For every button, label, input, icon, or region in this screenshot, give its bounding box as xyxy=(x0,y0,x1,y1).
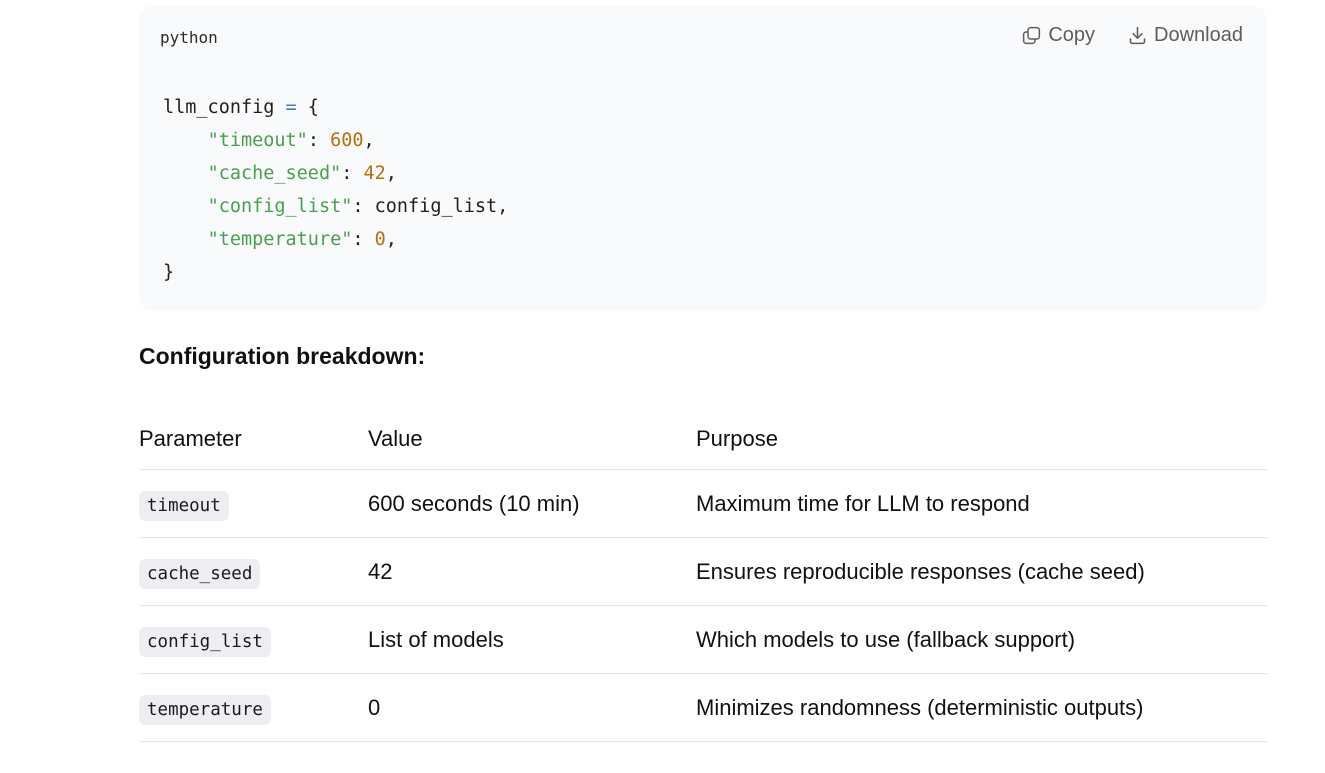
code-token: , xyxy=(363,130,375,151)
cell-parameter: config_list xyxy=(139,605,368,674)
cell-purpose: Minimizes randomness (deterministic outp… xyxy=(696,673,1267,742)
code-token: , xyxy=(385,229,397,250)
header-parameter: Parameter xyxy=(139,409,368,470)
code-language-label: python xyxy=(160,28,218,47)
code-token: llm_config xyxy=(163,97,286,118)
cell-value: List of models xyxy=(368,605,696,674)
download-label: Download xyxy=(1154,24,1243,46)
table-row: cache_seed 42 Ensures reproducible respo… xyxy=(139,537,1267,606)
copy-button[interactable]: Copy xyxy=(1021,24,1095,47)
cell-value: 0 xyxy=(368,673,696,742)
table-row: temperature 0 Minimizes randomness (dete… xyxy=(139,673,1267,742)
cell-parameter: temperature xyxy=(139,673,368,742)
code-token: "config_list" xyxy=(207,196,353,217)
cell-parameter: cache_seed xyxy=(139,537,368,606)
copy-label: Copy xyxy=(1048,24,1096,46)
code-token: "cache_seed" xyxy=(207,163,342,184)
message-content: python Copy Download llm_config = {"tim… xyxy=(139,6,1267,742)
code-token: } xyxy=(163,262,175,283)
parameter-code: cache_seed xyxy=(139,558,261,589)
code-token: { xyxy=(296,97,319,118)
code-token: 0 xyxy=(374,229,386,250)
code-line: llm_config = { xyxy=(163,97,319,118)
parameter-code: timeout xyxy=(139,490,229,521)
cell-value: 42 xyxy=(368,537,696,606)
code-actions: Copy Download xyxy=(1021,24,1243,47)
code-line: "timeout": 600, xyxy=(163,130,375,151)
code-token: 42 xyxy=(363,163,386,184)
code-token: : xyxy=(341,163,364,184)
cell-purpose: Maximum time for LLM to respond xyxy=(696,469,1267,538)
code-token: = xyxy=(285,97,297,118)
parameter-code: config_list xyxy=(139,626,271,657)
code-line: "config_list": config_list, xyxy=(163,196,509,217)
code-token: , xyxy=(385,163,397,184)
download-button[interactable]: Download xyxy=(1127,24,1243,47)
code-token: : xyxy=(352,229,375,250)
code-body: llm_config = { "timeout": 600, "cache_se… xyxy=(163,91,508,289)
code-token: : xyxy=(307,130,331,151)
code-block: python Copy Download llm_config = {"tim… xyxy=(139,6,1267,311)
section-title: Configuration breakdown: xyxy=(139,343,426,369)
code-token: : config_list, xyxy=(352,196,509,217)
cell-purpose: Which models to use (fallback support) xyxy=(696,605,1267,674)
code-token: "timeout" xyxy=(207,130,308,151)
code-line: } xyxy=(163,262,174,283)
code-line: "temperature": 0, xyxy=(163,229,397,250)
header-purpose: Purpose xyxy=(696,409,1267,470)
cell-purpose: Ensures reproducible responses (cache se… xyxy=(696,537,1267,606)
cell-value: 600 seconds (10 min) xyxy=(368,469,696,538)
table-header-row: Parameter Value Purpose xyxy=(139,409,1267,470)
download-icon xyxy=(1127,25,1148,46)
code-token: "temperature" xyxy=(207,229,353,250)
copy-icon xyxy=(1021,25,1042,46)
parameters-table: Parameter Value Purpose timeout 600 seco… xyxy=(139,409,1267,742)
code-line: "cache_seed": 42, xyxy=(163,163,397,184)
table-row: config_list List of models Which models … xyxy=(139,605,1267,674)
code-token: 600 xyxy=(330,130,364,151)
header-value: Value xyxy=(368,409,696,470)
parameter-code: temperature xyxy=(139,694,271,725)
cell-parameter: timeout xyxy=(139,469,368,538)
table-row: timeout 600 seconds (10 min) Maximum tim… xyxy=(139,469,1267,538)
